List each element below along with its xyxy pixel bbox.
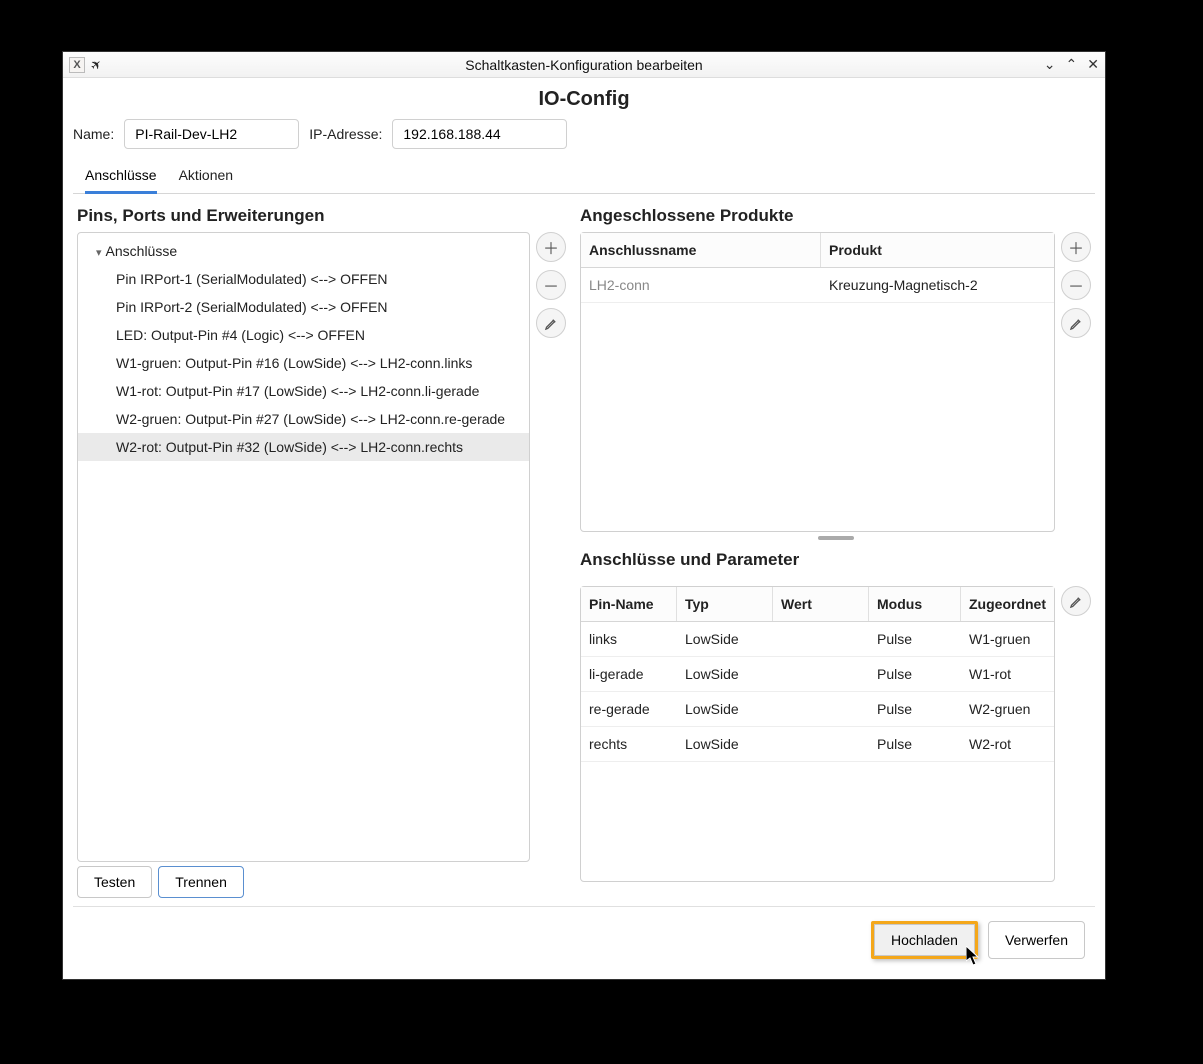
param-assigned: W1-rot (961, 657, 1054, 691)
table-row[interactable]: LH2-conn Kreuzung-Magnetisch-2 (581, 268, 1054, 303)
params-section-title: Anschlüsse und Parameter (580, 550, 1091, 570)
pins-tree[interactable]: Anschlüsse Pin IRPort-1 (SerialModulated… (77, 232, 530, 862)
edit-product-button[interactable] (1061, 308, 1091, 338)
name-input[interactable] (124, 119, 299, 149)
param-value (773, 622, 869, 656)
tab-actions[interactable]: Aktionen (179, 163, 233, 193)
param-mode: Pulse (869, 622, 961, 656)
titlebar: X ✈ Schaltkasten-Konfiguration bearbeite… (63, 52, 1105, 78)
remove-pin-button[interactable]: － (536, 270, 566, 300)
param-value (773, 727, 869, 761)
tree-item[interactable]: Pin IRPort-2 (SerialModulated) <--> OFFE… (78, 293, 529, 321)
tree-item[interactable]: W1-rot: Output-Pin #17 (LowSide) <--> LH… (78, 377, 529, 405)
footer: Hochladen Verwerfen (73, 906, 1095, 969)
params-col-pin[interactable]: Pin-Name (581, 587, 677, 621)
params-col-value[interactable]: Wert (773, 587, 869, 621)
params-table[interactable]: Pin-Name Typ Wert Modus Zugeordnet links… (580, 586, 1055, 882)
param-assigned: W2-gruen (961, 692, 1054, 726)
discard-button[interactable]: Verwerfen (988, 921, 1085, 959)
config-window: X ✈ Schaltkasten-Konfiguration bearbeite… (62, 51, 1106, 980)
param-assigned: W2-rot (961, 727, 1054, 761)
page-title: IO-Config (73, 88, 1095, 111)
form-row: Name: IP-Adresse: (73, 119, 1095, 149)
param-mode: Pulse (869, 657, 961, 691)
test-button[interactable]: Testen (77, 866, 152, 898)
product-name: Kreuzung-Magnetisch-2 (821, 268, 1054, 302)
param-pin: rechts (581, 727, 677, 761)
products-table[interactable]: Anschlussname Produkt LH2-conn Kreuzung-… (580, 232, 1055, 532)
ip-label: IP-Adresse: (309, 126, 382, 142)
table-row[interactable]: re-gerade LowSide Pulse W2-gruen (581, 692, 1054, 727)
param-type: LowSide (677, 692, 773, 726)
edit-params-button[interactable] (1061, 586, 1091, 616)
upload-button[interactable]: Hochladen (874, 924, 975, 956)
param-pin: links (581, 622, 677, 656)
edit-pin-button[interactable] (536, 308, 566, 338)
param-type: LowSide (677, 622, 773, 656)
param-pin: re-gerade (581, 692, 677, 726)
pins-section-title: Pins, Ports und Erweiterungen (77, 206, 566, 226)
tree-item[interactable]: Pin IRPort-1 (SerialModulated) <--> OFFE… (78, 265, 529, 293)
tabs: Anschlüsse Aktionen (73, 157, 1095, 194)
products-col-prod[interactable]: Produkt (821, 233, 1054, 267)
products-section-title: Angeschlossene Produkte (580, 206, 1091, 226)
param-assigned: W1-gruen (961, 622, 1054, 656)
name-label: Name: (73, 126, 114, 142)
table-row[interactable]: rechts LowSide Pulse W2-rot (581, 727, 1054, 762)
disconnect-button[interactable]: Trennen (158, 866, 244, 898)
product-conn: LH2-conn (581, 268, 821, 302)
params-col-mode[interactable]: Modus (869, 587, 961, 621)
add-pin-button[interactable]: ＋ (536, 232, 566, 262)
param-value (773, 657, 869, 691)
param-mode: Pulse (869, 727, 961, 761)
ip-input[interactable] (392, 119, 567, 149)
param-pin: li-gerade (581, 657, 677, 691)
param-type: LowSide (677, 657, 773, 691)
param-mode: Pulse (869, 692, 961, 726)
tree-item[interactable]: W1-gruen: Output-Pin #16 (LowSide) <--> … (78, 349, 529, 377)
tree-item[interactable]: W2-rot: Output-Pin #32 (LowSide) <--> LH… (78, 433, 529, 461)
table-row[interactable]: li-gerade LowSide Pulse W1-rot (581, 657, 1054, 692)
add-product-button[interactable]: ＋ (1061, 232, 1091, 262)
params-col-type[interactable]: Typ (677, 587, 773, 621)
tree-item[interactable]: W2-gruen: Output-Pin #27 (LowSide) <--> … (78, 405, 529, 433)
param-value (773, 692, 869, 726)
upload-highlight: Hochladen (871, 921, 978, 959)
window-title: Schaltkasten-Konfiguration bearbeiten (63, 57, 1105, 73)
products-col-conn[interactable]: Anschlussname (581, 233, 821, 267)
tree-root-node[interactable]: Anschlüsse (78, 237, 529, 265)
vertical-splitter[interactable] (580, 532, 1091, 544)
remove-product-button[interactable]: － (1061, 270, 1091, 300)
tab-connections[interactable]: Anschlüsse (85, 163, 157, 194)
tree-item[interactable]: LED: Output-Pin #4 (Logic) <--> OFFEN (78, 321, 529, 349)
param-type: LowSide (677, 727, 773, 761)
table-row[interactable]: links LowSide Pulse W1-gruen (581, 622, 1054, 657)
params-col-assigned[interactable]: Zugeordnet (961, 587, 1054, 621)
